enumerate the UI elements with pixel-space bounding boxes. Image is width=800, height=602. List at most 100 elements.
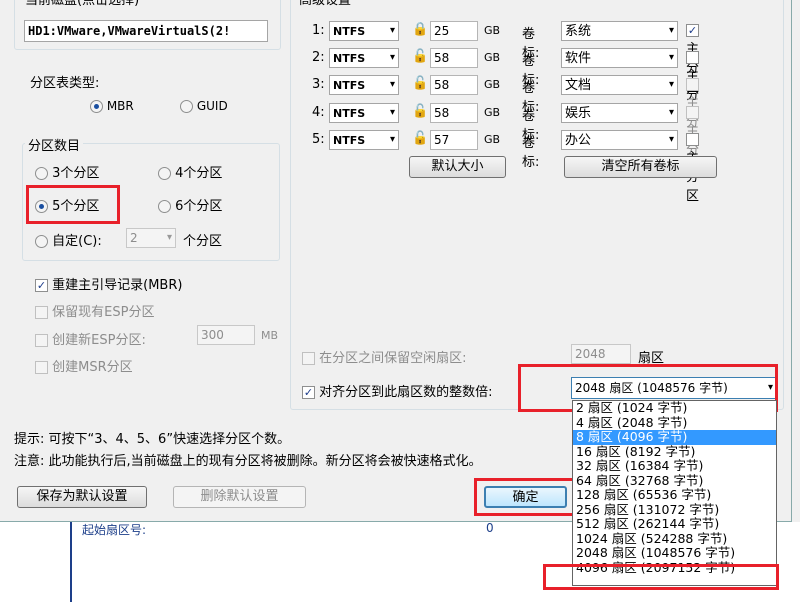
align-checkbox[interactable]: ✓ 对齐分区到此扇区数的整数倍: [302,381,493,400]
primary-check-icon [686,51,699,64]
background-panel-edge [70,522,72,602]
volume-value: 文档 [565,78,592,93]
chevron-down-icon: ▾ [668,134,674,145]
align-option[interactable]: 256 扇区 (131072 字节) [573,502,776,518]
table-type-label: 分区表类型: [30,76,100,91]
mbr-radio-icon [90,100,103,113]
radio-4-partitions[interactable]: 4个分区 [158,162,222,181]
align-option[interactable]: 4 扇区 (2048 字节) [573,415,776,431]
rebuild-mbr-checkbox[interactable]: ✓ 重建主引导记录(MBR) [35,274,182,293]
fs-value: NTFS [333,25,366,38]
chevron-down-icon: ▾ [389,25,395,36]
start-sector-label: 起始扇区号: [82,523,147,537]
start-sector-value: 0 [486,521,494,535]
align-select[interactable]: 2048 扇区 (1048576 字节) ▾ [571,377,777,399]
advanced-group-label: 高级设置 [296,0,355,8]
radio-3-partitions[interactable]: 3个分区 [35,162,99,181]
mbr-radio[interactable]: MBR [90,99,134,113]
reserve-free-value: 2048 [575,347,606,361]
align-option[interactable]: 128 扇区 (65536 字节) [573,487,776,503]
save-default-button[interactable]: 保存为默认设置 [17,486,147,508]
esp-size-value: 300 [201,328,224,342]
size-value: 25 [434,24,450,38]
disk-group-label: 当前磁盘(点击选择) [22,0,143,8]
volume-select[interactable]: 娱乐 ▾ [561,103,678,123]
keep-esp-label: 保留现有ESP分区 [52,305,155,320]
row-index: 4: [312,105,325,120]
align-option[interactable]: 2 扇区 (1024 字节) [573,401,776,416]
mbr-radio-label: MBR [106,99,134,113]
lock-icon[interactable]: 🔓 [412,49,428,64]
fs-select[interactable]: NTFS ▾ [329,103,399,123]
size-unit: GB [484,78,501,91]
esp-unit: MB [261,329,279,342]
reserve-free-checkbox[interactable]: 在分区之间保留空闲扇区: [302,347,467,366]
chevron-down-icon: ▾ [767,382,773,393]
keep-esp-checkbox[interactable]: 保留现有ESP分区 [35,301,154,320]
radio-5-partitions[interactable]: 5个分区 [35,195,99,214]
row-index: 3: [312,77,325,92]
create-msr-checkbox[interactable]: 创建MSR分区 [35,356,133,375]
guid-radio[interactable]: GUID [180,99,228,113]
align-option[interactable]: 2048 扇区 (1048576 字节) [573,545,776,561]
radio-custom-label: 自定(C): [52,234,102,249]
align-option[interactable]: 16 扇区 (8192 字节) [573,444,776,460]
primary-check-icon [686,133,699,146]
align-label: 对齐分区到此扇区数的整数倍: [319,385,493,400]
volume-value: 系统 [565,24,592,39]
align-option[interactable]: 1024 扇区 (524288 字节) [573,531,776,547]
fs-value: NTFS [333,107,366,120]
size-input[interactable]: 25 [430,21,478,41]
keep-esp-check-icon [35,306,48,319]
volume-select[interactable]: 办公 ▾ [561,130,678,150]
chevron-down-icon: ▾ [668,52,674,63]
guid-radio-icon [180,100,193,113]
size-input[interactable]: 57 [430,130,478,150]
volume-select[interactable]: 系统 ▾ [561,21,678,41]
fs-value: NTFS [333,134,366,147]
fs-select[interactable]: NTFS ▾ [329,21,399,41]
lock-icon[interactable]: 🔓 [412,76,428,91]
custom-count-select[interactable]: 2 ▾ [126,228,176,248]
chevron-down-icon: ▾ [389,134,395,145]
size-input[interactable]: 58 [430,103,478,123]
align-dropdown-list: 2 扇区 (1024 字节) 4 扇区 (2048 字节) 8 扇区 (4096 字… [572,400,777,586]
primary-check-icon [686,106,699,119]
esp-size-input[interactable]: 300 [197,325,255,345]
align-option[interactable]: 64 扇区 (32768 字节) [573,473,776,489]
volume-value: 娱乐 [565,106,592,121]
disk-selector[interactable]: HD1:VMware,VMwareVirtualS(2! [24,20,268,42]
align-option[interactable]: 32 扇区 (16384 字节) [573,458,776,474]
size-input[interactable]: 58 [430,48,478,68]
lock-icon[interactable]: 🔒 [412,22,428,37]
radio-custom[interactable]: 自定(C): [35,230,102,249]
volume-select[interactable]: 软件 ▾ [561,48,678,68]
clear-labels-button[interactable]: 清空所有卷标 [564,156,717,178]
delete-default-button[interactable]: 删除默认设置 [173,486,306,508]
create-esp-checkbox[interactable]: 创建新ESP分区: [35,329,146,348]
radio-6-icon [158,200,171,213]
volume-select[interactable]: 文档 ▾ [561,75,678,95]
reserve-free-unit: 扇区 [638,351,665,366]
radio-3-icon [35,167,48,180]
radio-6-partitions[interactable]: 6个分区 [158,195,222,214]
lock-icon[interactable]: 🔓 [412,131,428,146]
chevron-down-icon: ▾ [668,107,674,118]
fs-select[interactable]: NTFS ▾ [329,48,399,68]
chevron-down-icon: ▾ [166,232,172,243]
align-option[interactable]: 4096 扇区 (2097152 字节) [573,560,776,576]
reserve-free-input[interactable]: 2048 [571,344,631,364]
hint-line-1: 提示: 可按下“3、4、5、6”快速选择分区个数。 [14,432,291,447]
disk-selector-value: HD1:VMware,VMwareVirtualS(2! [28,24,231,38]
align-check-icon: ✓ [302,386,315,399]
ok-button[interactable]: 确定 [484,486,567,508]
fs-select[interactable]: NTFS ▾ [329,130,399,150]
default-size-button[interactable]: 默认大小 [409,156,506,178]
fs-select[interactable]: NTFS ▾ [329,75,399,95]
align-option[interactable]: 8 扇区 (4096 字节) [573,429,776,445]
lock-icon[interactable]: 🔓 [412,104,428,119]
size-input[interactable]: 58 [430,75,478,95]
chevron-down-icon: ▾ [389,107,395,118]
align-select-value: 2048 扇区 (1048576 字节) [575,381,728,395]
align-option[interactable]: 512 扇区 (262144 字节) [573,516,776,532]
